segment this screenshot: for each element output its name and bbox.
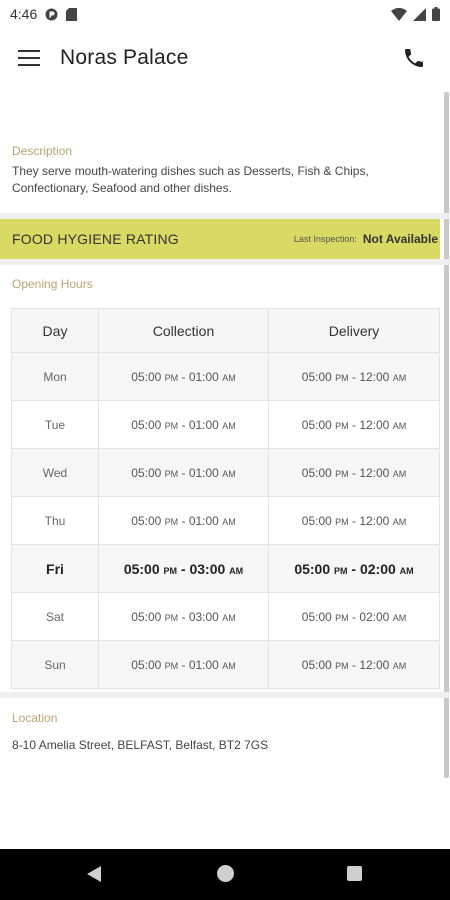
column-header-collection: Collection (98, 308, 269, 353)
app-notification-icon (45, 8, 58, 21)
status-bar: 4:46 (0, 0, 450, 28)
location-label: Location (12, 711, 58, 725)
table-row: Wed 05:00 PM - 01:00 AM 05:00 PM - 12:00… (11, 448, 440, 497)
delivery-cell: 05:00 PM - 12:00 AM (268, 400, 440, 449)
description-label: Description (12, 144, 73, 158)
collection-cell: 05:00 PM - 01:00 AM (98, 640, 269, 689)
divider (0, 259, 450, 265)
phone-icon[interactable] (402, 46, 426, 70)
back-icon[interactable] (86, 865, 102, 888)
signal-icon (413, 7, 426, 21)
delivery-cell: 05:00 PM - 12:00 AM (268, 640, 440, 689)
hamburger-menu-icon[interactable] (18, 50, 40, 68)
status-time: 4:46 (10, 6, 38, 22)
home-icon[interactable] (217, 865, 234, 882)
sd-card-icon (66, 7, 78, 21)
wifi-icon (391, 7, 407, 21)
collection-cell: 05:00 PM - 03:00 AM (98, 544, 269, 593)
collection-cell: 05:00 PM - 03:00 AM (98, 592, 269, 641)
day-cell: Thu (11, 496, 99, 545)
status-right (391, 7, 440, 21)
day-cell: Tue (11, 400, 99, 449)
column-header-delivery: Delivery (268, 308, 440, 353)
day-cell: Mon (11, 352, 99, 401)
last-inspection-value: Not Available (362, 232, 438, 246)
day-cell: Sun (11, 640, 99, 689)
collection-cell: 05:00 PM - 01:00 AM (98, 496, 269, 545)
day-cell: Sat (11, 592, 99, 641)
delivery-cell: 05:00 PM - 02:00 AM (268, 592, 440, 641)
page-title: Noras Palace (60, 46, 189, 69)
delivery-cell: 05:00 PM - 12:00 AM (268, 496, 440, 545)
table-row: Tue 05:00 PM - 01:00 AM 05:00 PM - 12:00… (11, 400, 440, 449)
status-left: 4:46 (10, 6, 78, 22)
table-header-row: Day Collection Delivery (11, 308, 440, 353)
collection-cell: 05:00 PM - 01:00 AM (98, 352, 269, 401)
food-hygiene-banner: FOOD HYGIENE RATING Last Inspection: Not… (0, 219, 440, 259)
collection-cell: 05:00 PM - 01:00 AM (98, 448, 269, 497)
table-row-today: Fri 05:00 PM - 03:00 AM 05:00 PM - 02:00… (11, 544, 440, 593)
collection-cell: 05:00 PM - 01:00 AM (98, 400, 269, 449)
last-inspection-label: Last Inspection: (293, 234, 357, 244)
opening-hours-label: Opening Hours (12, 277, 93, 291)
opening-hours-table: Day Collection Delivery Mon 05:00 PM - 0… (11, 308, 440, 689)
table-row: Mon 05:00 PM - 01:00 AM 05:00 PM - 12:00… (11, 352, 440, 401)
table-row: Sat 05:00 PM - 03:00 AM 05:00 PM - 02:00… (11, 592, 440, 641)
column-header-day: Day (11, 308, 99, 353)
recent-apps-icon[interactable] (347, 866, 362, 881)
location-address[interactable]: 8-10 Amelia Street, BELFAST, Belfast, BT… (12, 738, 268, 752)
last-inspection: Last Inspection: Not Available (294, 232, 438, 246)
table-row: Thu 05:00 PM - 01:00 AM 05:00 PM - 12:00… (11, 496, 440, 545)
scrollbar[interactable] (444, 92, 449, 778)
delivery-cell: 05:00 PM - 12:00 AM (268, 448, 440, 497)
divider (0, 692, 450, 698)
system-nav-bar (0, 849, 450, 900)
day-cell: Wed (11, 448, 99, 497)
battery-icon (432, 7, 440, 21)
delivery-cell: 05:00 PM - 02:00 AM (268, 544, 440, 593)
table-row: Sun 05:00 PM - 01:00 AM 05:00 PM - 12:00… (11, 640, 440, 689)
app-bar: Noras Palace (0, 28, 450, 90)
hygiene-title: FOOD HYGIENE RATING (12, 231, 179, 247)
description-text: They serve mouth-watering dishes such as… (12, 164, 369, 195)
day-cell: Fri (11, 544, 99, 593)
delivery-cell: 05:00 PM - 12:00 AM (268, 352, 440, 401)
